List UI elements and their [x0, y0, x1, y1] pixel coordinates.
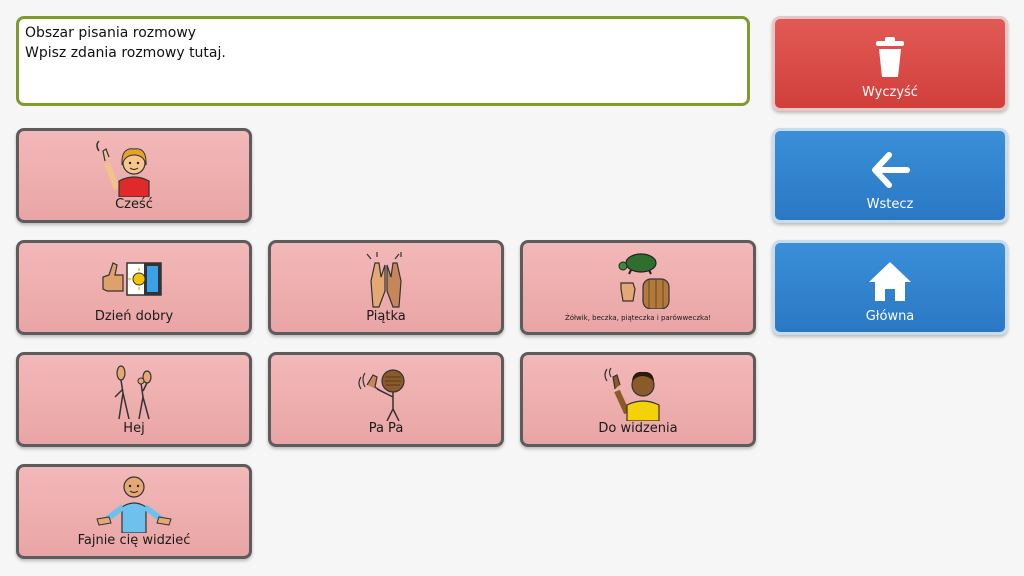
trash-icon [876, 37, 904, 77]
home-label: Główna [865, 309, 915, 324]
message-placeholder: Wpisz zdania rozmowy tutaj. [25, 45, 226, 61]
tile-zolwik[interactable]: Żółwik, beczka, piąteczka i parówweczka! [520, 240, 756, 335]
back-label: Wstecz [866, 197, 914, 212]
message-title: Obszar pisania rozmowy [25, 25, 197, 41]
two-people-waving-icon [114, 365, 152, 420]
welcoming-person-icon [96, 476, 172, 533]
waving-person-icon [96, 140, 150, 197]
home-button[interactable]: Główna [772, 240, 1008, 335]
clear-button[interactable]: Wyczyść [772, 16, 1008, 111]
tile-label: Do widzenia [598, 421, 678, 436]
message-area[interactable]: Obszar pisania rozmowy Wpisz zdania rozm… [16, 16, 750, 106]
tile-czesc[interactable]: Cześć [16, 128, 252, 223]
tile-label: Fajnie cię widzieć [77, 533, 191, 548]
turtle-barrel-fist-icon [618, 253, 670, 309]
back-button[interactable]: Wstecz [772, 128, 1008, 223]
tile-fajnie-cie-widziec[interactable]: Fajnie cię widzieć [16, 464, 252, 559]
tile-hej[interactable]: Hej [16, 352, 252, 447]
tile-label: Żółwik, beczka, piąteczka i parówweczka! [564, 314, 712, 322]
waving-goodbye-icon [358, 369, 405, 421]
clear-label: Wyczyść [862, 85, 918, 100]
tile-dzien-dobry[interactable]: Dzień dobry [16, 240, 252, 335]
tile-label: Dzień dobry [94, 309, 174, 324]
thumbs-up-sun-icon [102, 262, 162, 296]
tile-label: Pa Pa [368, 421, 404, 436]
tile-label: Hej [123, 421, 145, 436]
tile-pa-pa[interactable]: Pa Pa [268, 352, 504, 447]
tile-piatka[interactable]: Piątka [268, 240, 504, 335]
person-waving-icon [604, 367, 660, 421]
tile-label: Piątka [366, 309, 406, 324]
home-icon [869, 262, 911, 301]
high-five-hands-icon [366, 252, 402, 308]
tile-do-widzenia[interactable]: Do widzenia [520, 352, 756, 447]
tile-label: Cześć [115, 197, 153, 212]
back-arrow-icon [872, 152, 910, 188]
